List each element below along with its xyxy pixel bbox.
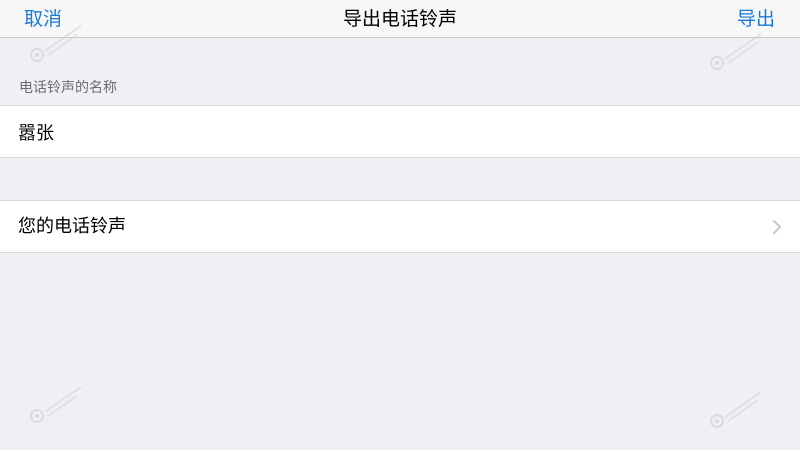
export-ringtone-screen: 取消 导出电话铃声 导出 电话铃声的名称 您的电话铃声: [0, 0, 800, 450]
watermark-logo-icon: [30, 24, 110, 68]
ringtone-name-input[interactable]: [18, 118, 758, 146]
watermark-logo-icon: [710, 32, 790, 76]
chevron-right-icon: [773, 220, 781, 234]
watermark-logo-icon: [30, 385, 110, 429]
your-ringtones-cell[interactable]: 您的电话铃声: [0, 200, 800, 253]
your-ringtones-label: 您的电话铃声: [18, 216, 126, 237]
watermark-logo-icon: [710, 390, 790, 434]
ringtone-name-cell: [0, 105, 800, 158]
page-title: 导出电话铃声: [342, 8, 457, 30]
ringtone-name-section-header: 电话铃声的名称: [19, 80, 117, 96]
navigation-bar: 取消 导出电话铃声 导出: [0, 0, 800, 38]
export-button[interactable]: 导出: [737, 6, 775, 32]
